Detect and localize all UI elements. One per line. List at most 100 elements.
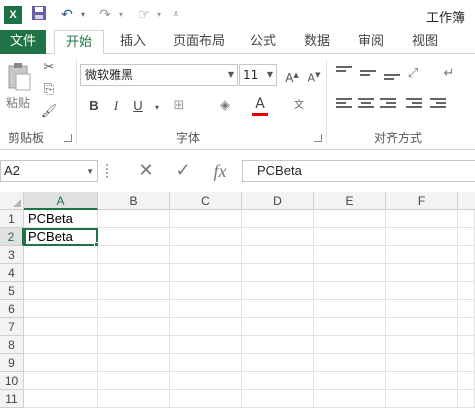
cell-e5[interactable] [314, 282, 386, 300]
clipboard-launcher-icon[interactable] [64, 134, 72, 142]
row-header-4[interactable]: 4 [0, 264, 24, 282]
cell-f6[interactable] [386, 300, 458, 318]
cell-g11[interactable] [458, 390, 475, 408]
cell-f11[interactable] [386, 390, 458, 408]
row-header-6[interactable]: 6 [0, 300, 24, 318]
font-name-select[interactable]: 微软雅黑 ▼ [80, 64, 238, 86]
cell-g2[interactable] [458, 228, 475, 246]
fill-color-icon[interactable]: ◈ [216, 98, 234, 114]
cell-f8[interactable] [386, 336, 458, 354]
column-header-d[interactable]: D [242, 192, 314, 210]
tab-view[interactable]: 视图 [404, 30, 446, 54]
cell-d2[interactable] [242, 228, 314, 246]
formula-input[interactable]: PCBeta [242, 160, 475, 182]
cell-d10[interactable] [242, 372, 314, 390]
cell-g10[interactable] [458, 372, 475, 390]
cell-b3[interactable] [98, 246, 170, 264]
cell-f9[interactable] [386, 354, 458, 372]
cell-g3[interactable] [458, 246, 475, 264]
excel-icon[interactable]: X [4, 6, 22, 24]
row-header-3[interactable]: 3 [0, 246, 24, 264]
cell-c6[interactable] [170, 300, 242, 318]
redo-icon[interactable]: ↷ [96, 5, 114, 25]
cancel-icon[interactable]: ✕ [128, 160, 164, 182]
cell-d6[interactable] [242, 300, 314, 318]
column-header-g-partial[interactable] [458, 192, 475, 210]
cell-d7[interactable] [242, 318, 314, 336]
cell-d9[interactable] [242, 354, 314, 372]
undo-icon[interactable]: ↶ [58, 5, 76, 25]
increase-font-icon[interactable]: A▲ [283, 67, 301, 85]
cell-e4[interactable] [314, 264, 386, 282]
cell-a6[interactable] [24, 300, 98, 318]
insert-function-icon[interactable]: fx [202, 160, 238, 182]
cell-g1[interactable] [458, 210, 475, 228]
align-center-icon[interactable] [358, 98, 374, 112]
cell-d11[interactable] [242, 390, 314, 408]
cell-d5[interactable] [242, 282, 314, 300]
cell-b8[interactable] [98, 336, 170, 354]
cell-d1[interactable] [242, 210, 314, 228]
redo-dropdown-icon[interactable]: ▾ [116, 5, 126, 25]
cell-b7[interactable] [98, 318, 170, 336]
cell-c8[interactable] [170, 336, 242, 354]
save-icon[interactable] [30, 5, 48, 25]
cell-c2[interactable] [170, 228, 242, 246]
cell-g5[interactable] [458, 282, 475, 300]
cell-f3[interactable] [386, 246, 458, 264]
cell-e7[interactable] [314, 318, 386, 336]
align-right-icon[interactable] [380, 98, 396, 112]
tab-review[interactable]: 审阅 [350, 30, 392, 54]
column-header-a[interactable]: A [24, 192, 98, 210]
cell-d8[interactable] [242, 336, 314, 354]
cell-f4[interactable] [386, 264, 458, 282]
format-painter-icon[interactable]: 🖌 [40, 104, 58, 120]
cell-c7[interactable] [170, 318, 242, 336]
align-left-icon[interactable] [336, 98, 352, 112]
cell-f10[interactable] [386, 372, 458, 390]
cell-c3[interactable] [170, 246, 242, 264]
touch-mode-dropdown-icon[interactable]: ▾ [154, 5, 164, 25]
cell-g4[interactable] [458, 264, 475, 282]
wrap-text-icon[interactable]: ↵ [440, 66, 458, 82]
tab-home[interactable]: 开始 [54, 30, 104, 55]
column-header-f[interactable]: F [386, 192, 458, 210]
row-header-1[interactable]: 1 [0, 210, 24, 228]
cell-c11[interactable] [170, 390, 242, 408]
paste-icon[interactable] [6, 62, 32, 92]
cell-b9[interactable] [98, 354, 170, 372]
cell-a10[interactable] [24, 372, 98, 390]
bold-button[interactable]: B [84, 96, 104, 116]
underline-button[interactable]: U [128, 96, 148, 116]
increase-indent-icon[interactable] [430, 98, 446, 112]
phonetic-guide-icon[interactable]: 文 [290, 98, 308, 114]
cell-e8[interactable] [314, 336, 386, 354]
cell-e10[interactable] [314, 372, 386, 390]
align-top-icon[interactable] [336, 66, 352, 80]
align-middle-icon[interactable] [360, 70, 376, 84]
resize-handle[interactable] [106, 164, 110, 178]
cell-d4[interactable] [242, 264, 314, 282]
column-header-e[interactable]: E [314, 192, 386, 210]
select-all-corner[interactable] [0, 192, 24, 210]
align-bottom-icon[interactable] [384, 74, 400, 88]
cell-a7[interactable] [24, 318, 98, 336]
cell-b10[interactable] [98, 372, 170, 390]
cell-e2[interactable] [314, 228, 386, 246]
row-header-10[interactable]: 10 [0, 372, 24, 390]
decrease-indent-icon[interactable] [406, 98, 422, 112]
cell-c1[interactable] [170, 210, 242, 228]
touch-mode-icon[interactable]: ☞ [134, 5, 154, 25]
cell-b1[interactable] [98, 210, 170, 228]
cell-c4[interactable] [170, 264, 242, 282]
column-header-b[interactable]: B [98, 192, 170, 210]
tab-formulas[interactable]: 公式 [242, 30, 284, 54]
cell-e3[interactable] [314, 246, 386, 264]
row-header-5[interactable]: 5 [0, 282, 24, 300]
cell-d3[interactable] [242, 246, 314, 264]
paste-button[interactable]: 粘贴 [6, 94, 30, 111]
cell-b5[interactable] [98, 282, 170, 300]
italic-button[interactable]: I [106, 96, 126, 116]
tab-data[interactable]: 数据 [296, 30, 338, 54]
row-header-7[interactable]: 7 [0, 318, 24, 336]
